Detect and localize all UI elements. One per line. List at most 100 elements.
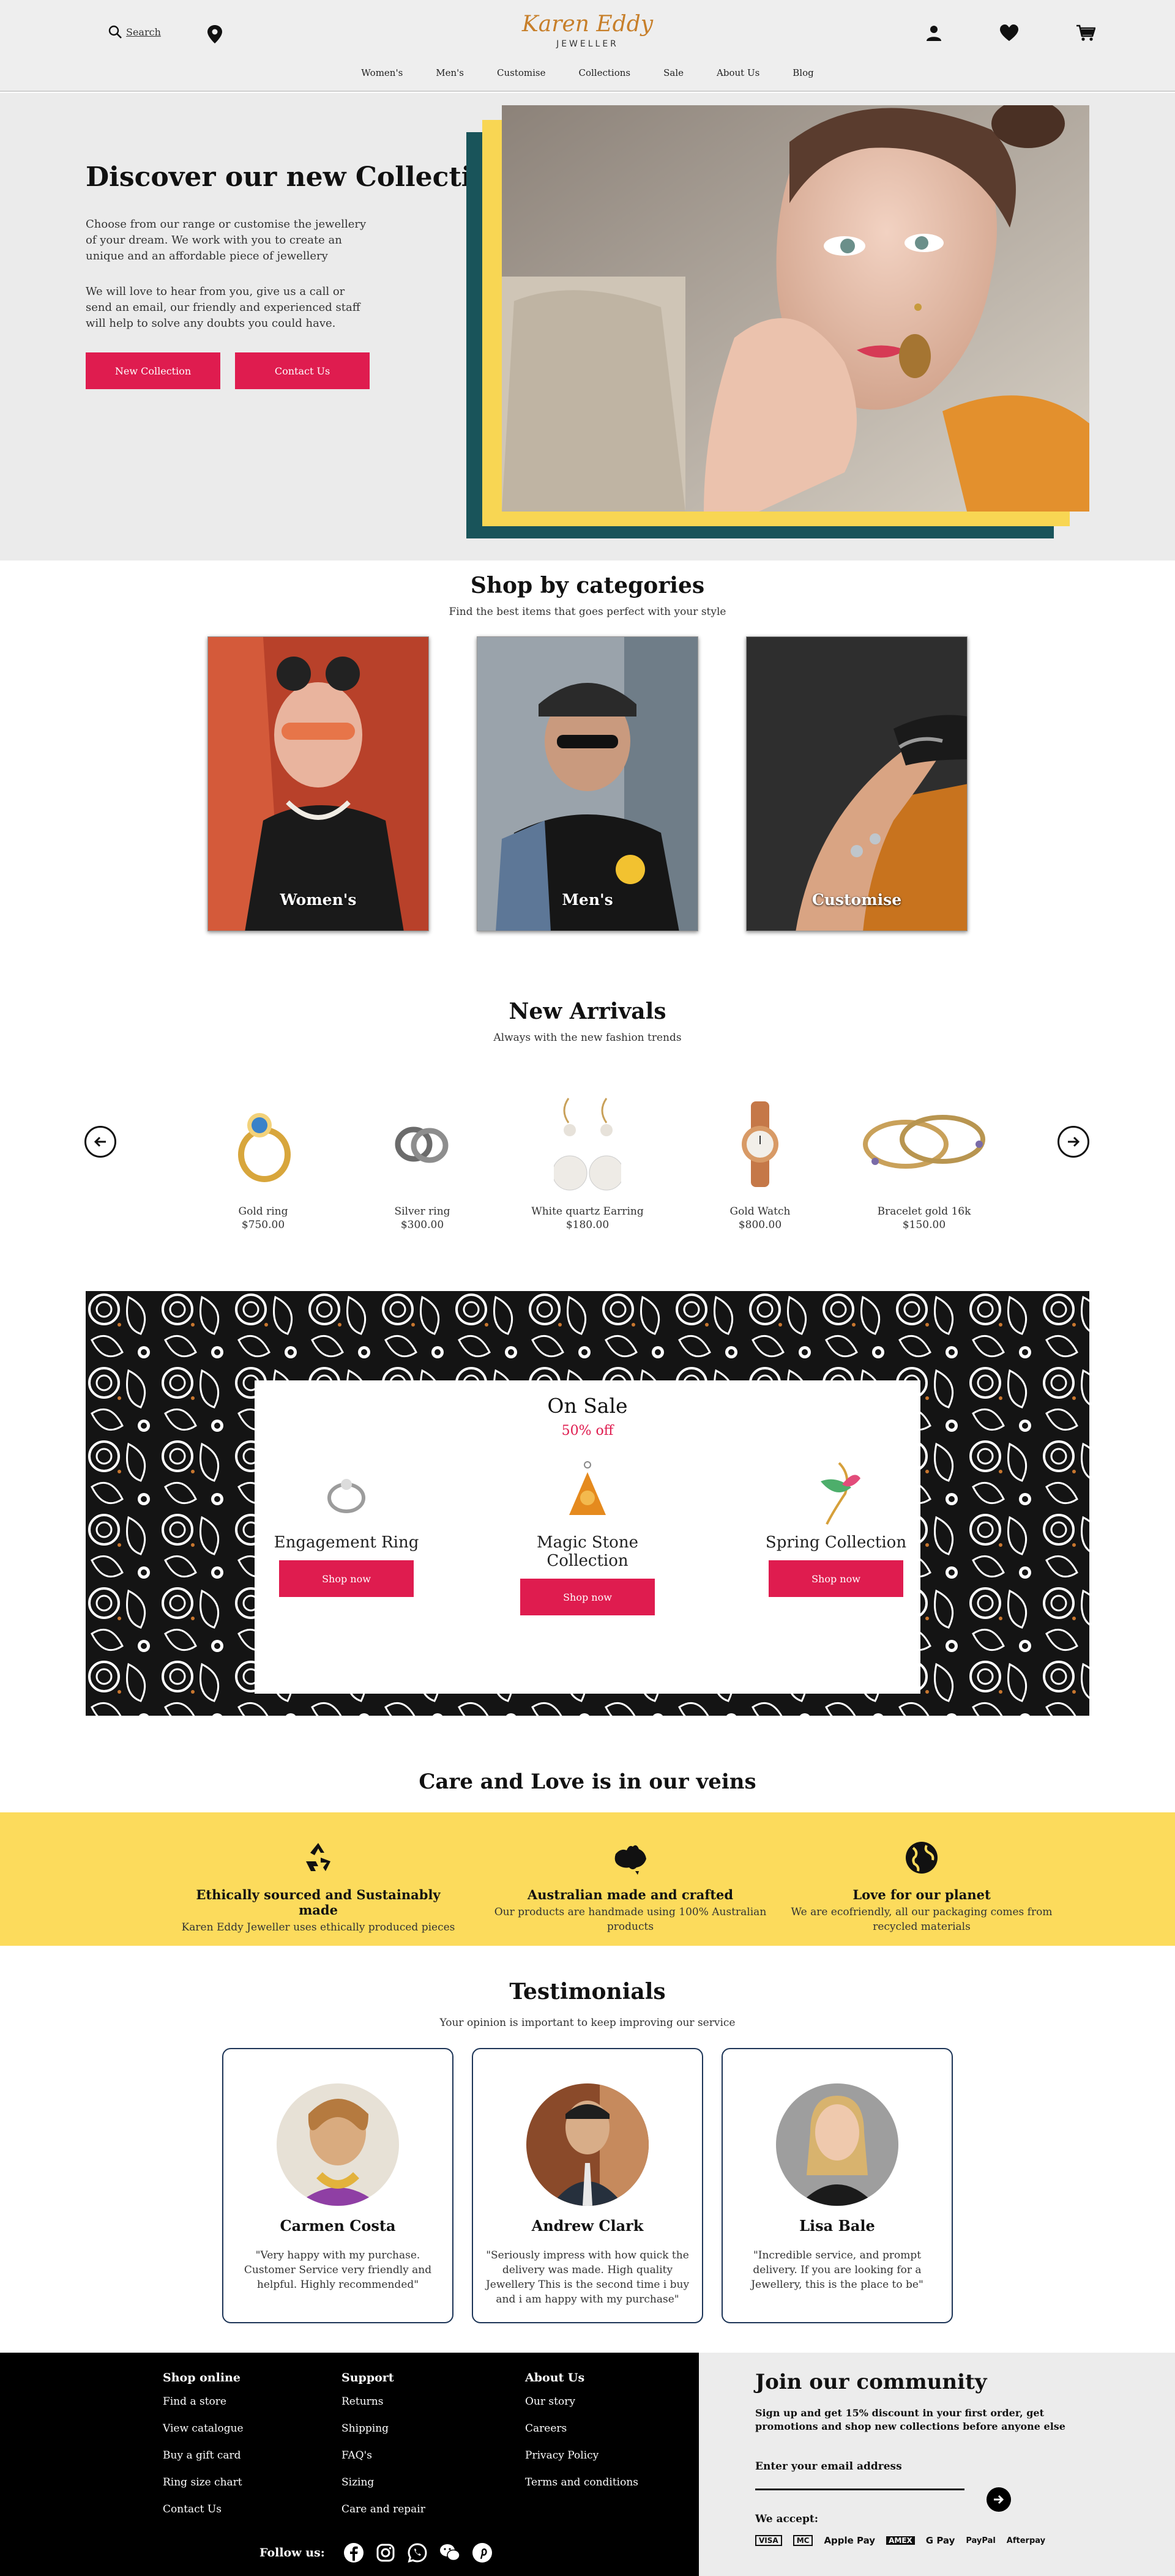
footer-heading: About Us [525,2371,585,2384]
nav-about-us[interactable]: About Us [717,67,759,78]
product-image [196,1089,330,1199]
facebook-icon[interactable] [343,2542,364,2563]
follow-us-label: Follow us: [259,2546,325,2559]
shop-now-button[interactable]: Shop now [279,1560,414,1597]
avatar [776,2083,898,2206]
account-icon[interactable] [925,24,942,42]
footer-shop-column: Shop online Find a store View catalogue … [163,2371,244,2530]
nav-mens[interactable]: Men's [436,67,464,78]
product-card[interactable]: Gold ring $750.00 [196,1089,330,1231]
category-customise-card[interactable]: Customise [746,636,968,931]
globe-icon [906,1842,938,1874]
recycle-icon [306,1843,330,1871]
avatar [526,2083,649,2206]
nav-blog[interactable]: Blog [793,67,813,78]
hero-model-photo [502,105,1089,512]
nav-collections[interactable]: Collections [579,67,631,78]
sale-item-name: Magic Stone Collection [537,1533,638,1570]
testimonial-card: Lisa Bale "Incredible service, and promp… [722,2048,953,2323]
testimonial-name: Lisa Bale [799,2217,875,2235]
whatsapp-icon[interactable] [407,2542,428,2563]
instagram-icon[interactable] [375,2542,396,2563]
testimonial-name: Carmen Costa [280,2217,396,2235]
wishlist-heart-icon[interactable] [1000,24,1018,42]
email-underline [755,2489,964,2490]
product-name: Silver ring [394,1205,450,1218]
footer-link[interactable]: Returns [341,2395,425,2408]
footer-link[interactable]: Buy a gift card [163,2449,244,2462]
footer-link[interactable]: Privacy Policy [525,2449,638,2462]
hero-contact-text: We will love to hear from you, give us a… [86,285,360,330]
product-card[interactable]: White quartz Earring $180.00 [520,1089,655,1231]
nav-sale[interactable]: Sale [663,67,684,78]
pinterest-icon[interactable] [472,2542,493,2563]
category-mens-label: Men's [562,891,613,909]
testimonial-quote: "Very happy with my purchase. Customer S… [244,2249,432,2291]
footer-link[interactable]: Careers [525,2422,638,2435]
product-price: $300.00 [400,1219,444,1231]
new-collection-button[interactable]: New Collection [86,352,220,389]
paypal-icon: PayPal [966,2536,996,2545]
amex-icon: AMEX [886,2536,915,2545]
join-title: Join our community [755,2370,987,2394]
footer-link[interactable]: Find a store [163,2395,244,2408]
payment-methods: VISA MC Apple Pay AMEX G Pay PayPal Afte… [755,2535,1045,2546]
footer-link[interactable]: Contact Us [163,2503,244,2515]
sale-item: Spring Collection Shop now [744,1460,928,1597]
product-card[interactable]: Gold Watch $800.00 [693,1089,827,1231]
we-accept-label: We accept: [755,2513,818,2525]
product-name: White quartz Earring [531,1205,644,1218]
footer-link[interactable]: Sizing [341,2476,425,2489]
wechat-icon[interactable] [439,2542,461,2563]
categories-title: Shop by categories [470,573,705,598]
care-item-desc: We are ecofriendly, all our packaging co… [791,1906,1053,1933]
footer-heading: Shop online [163,2371,241,2384]
hero-section: Discover our new Collection Choose from … [0,93,1175,560]
footer-link[interactable]: Our story [525,2395,638,2408]
product-price: $750.00 [241,1219,285,1231]
footer-link[interactable]: View catalogue [163,2422,244,2435]
email-submit-button[interactable] [987,2487,1011,2512]
care-item-desc: Our products are handmade using 100% Aus… [494,1906,767,1933]
carousel-next-button[interactable] [1058,1126,1089,1158]
apple-pay-icon: Apple Pay [824,2535,876,2546]
cart-icon[interactable] [1076,24,1095,42]
category-mens-card[interactable]: Men's [477,636,698,931]
footer-about-column: About Us Our story Careers Privacy Polic… [525,2371,638,2503]
product-price: $800.00 [738,1219,782,1231]
footer-link[interactable]: Terms and conditions [525,2476,638,2489]
care-item-desc: Karen Eddy Jeweller uses ethically produ… [181,1921,455,1934]
arrow-right-icon [1068,1136,1080,1147]
contact-us-button[interactable]: Contact Us [235,352,370,389]
arrow-left-icon [94,1136,106,1147]
footer-support-column: Support Returns Shipping FAQ's Sizing Ca… [341,2371,425,2530]
join-description: Sign up and get 15% discount in your fir… [755,2407,1065,2432]
nav-womens[interactable]: Women's [361,67,403,78]
product-card[interactable]: Bracelet gold 16k $150.00 [857,1089,991,1231]
sale-item: Engagement Ring Shop now [255,1460,438,1597]
product-card[interactable]: Silver ring $300.00 [355,1089,490,1231]
sale-item: Magic Stone Collection Shop now [496,1460,679,1615]
footer-link[interactable]: Care and repair [341,2503,425,2515]
footer-heading: Support [341,2371,394,2384]
main-nav: Women's Men's Customise Collections Sale… [0,67,1175,78]
testimonials-subtitle: Your opinion is important to keep improv… [439,2017,736,2029]
product-price: $150.00 [902,1219,946,1231]
footer-link[interactable]: Shipping [341,2422,425,2435]
category-womens-card[interactable]: Women's [207,636,429,931]
carousel-prev-button[interactable] [84,1126,116,1158]
nav-customise[interactable]: Customise [497,67,546,78]
site-header: Search Karen Eddy JEWELLER Women's Men's… [0,0,1175,92]
care-item-title: Australian made and crafted [527,1887,734,1902]
sale-item-name: Engagement Ring [274,1533,419,1552]
mastercard-icon: MC [793,2535,813,2546]
sale-item-image [496,1460,679,1527]
newsletter-panel: Join our community Sign up and get 15% d… [699,2353,1175,2576]
footer-link[interactable]: FAQ's [341,2449,425,2462]
email-field[interactable] [755,2469,964,2487]
shop-now-button[interactable]: Shop now [769,1560,903,1597]
shop-now-button[interactable]: Shop now [520,1579,655,1615]
care-item: Love for our planet We are ecofriendly, … [781,1839,1062,1934]
footer-link[interactable]: Ring size chart [163,2476,244,2489]
arrow-right-icon [994,2495,1004,2504]
